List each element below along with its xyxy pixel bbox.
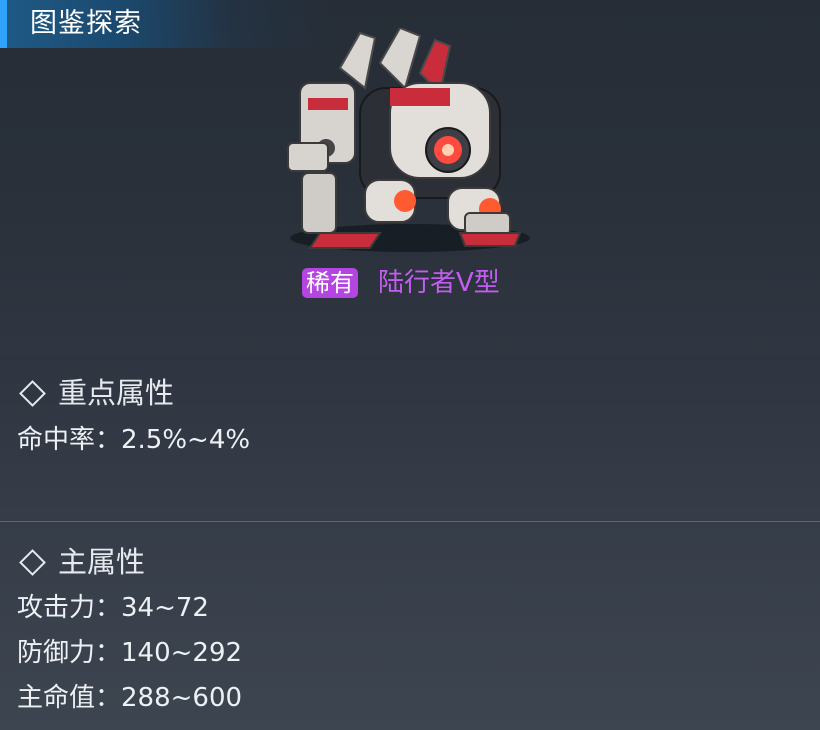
- rarity-badge: 稀有: [302, 268, 358, 298]
- unit-name-row: 稀有 陆行者V型: [302, 266, 500, 300]
- attribute-defense: 防御力：140~292: [17, 638, 243, 668]
- attribute-hit-rate: 命中率：2.5%~4%: [17, 425, 251, 455]
- unit-name: 陆行者V型: [378, 268, 500, 298]
- mech-unit-image: [287, 28, 530, 252]
- page-title: 图鉴探索: [30, 8, 142, 39]
- diamond-icon: [19, 379, 46, 407]
- title-accent: [0, 0, 7, 48]
- key-attributes-title: 重点属性: [58, 376, 175, 410]
- key-attributes-heading: 重点属性: [18, 375, 174, 411]
- attribute-hp: 主命值：288~600: [17, 683, 243, 713]
- attribute-attack: 攻击力：34~72: [17, 593, 209, 623]
- main-attributes-title: 主属性: [58, 545, 146, 579]
- main-attributes-heading: 主属性: [18, 544, 145, 580]
- diamond-icon: [19, 548, 46, 576]
